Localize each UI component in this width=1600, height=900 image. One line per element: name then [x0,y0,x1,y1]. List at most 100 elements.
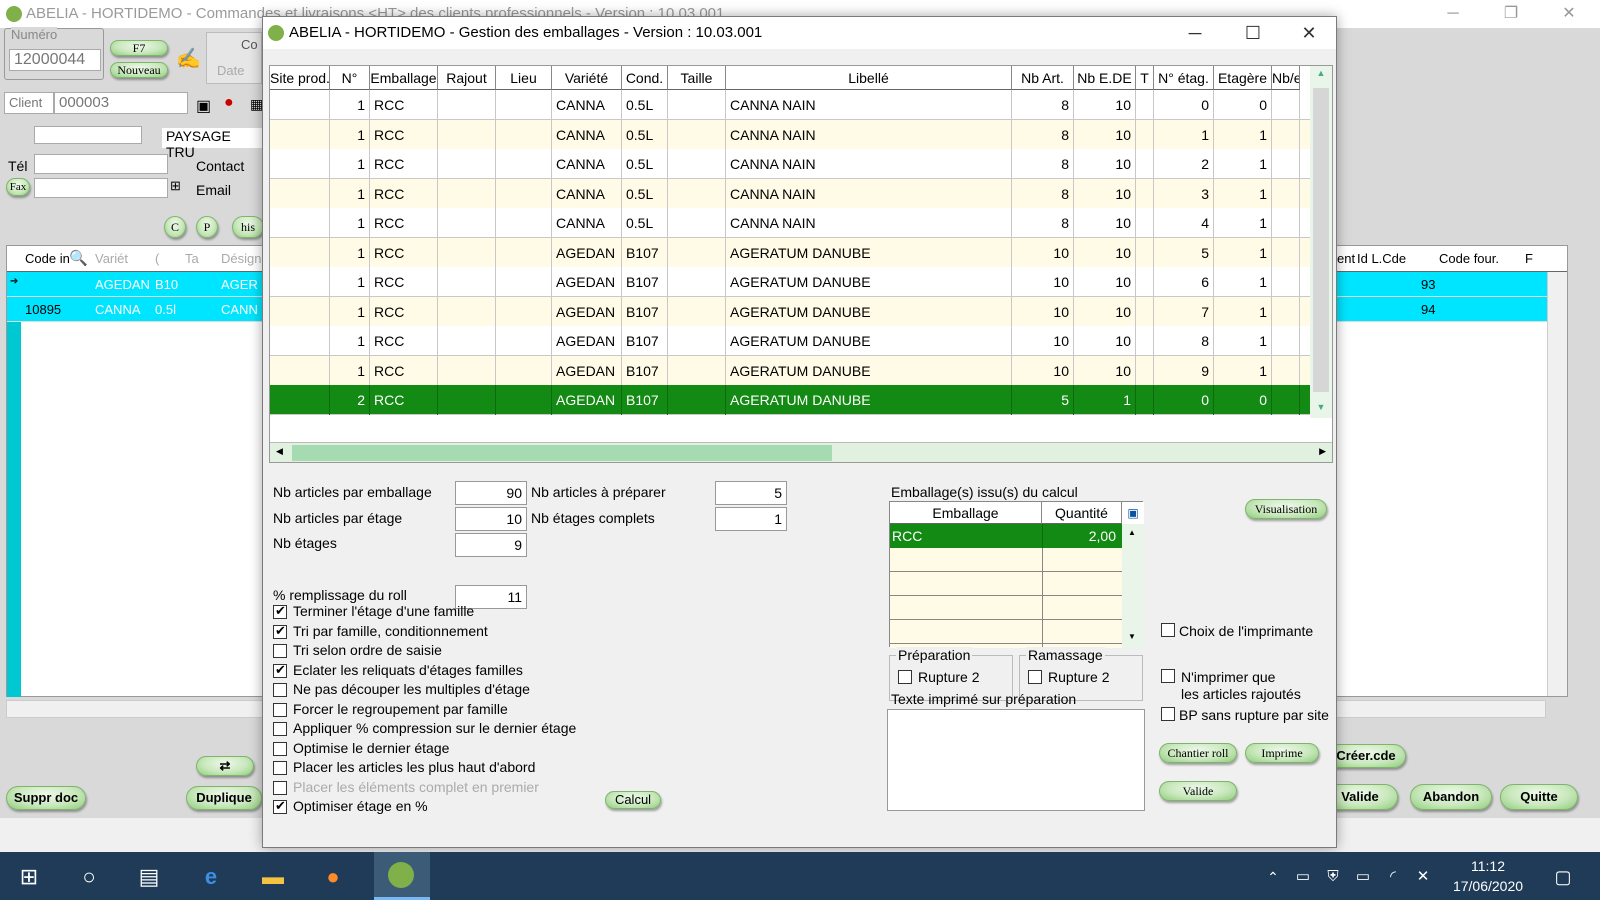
scroll-down-icon[interactable]: ▼ [1128,632,1136,641]
option-checkbox[interactable] [273,761,287,775]
client-search-icon[interactable]: ▣ [196,96,211,116]
option-checkbox[interactable] [273,623,287,639]
c-button[interactable]: C [164,216,186,238]
security-icon[interactable]: ⛨ [1318,862,1348,892]
wifi-icon[interactable]: ◜ [1378,862,1408,892]
column-header[interactable]: T [1136,66,1154,90]
quitte-button[interactable]: Quitte [1500,784,1578,810]
option-checkbox[interactable] [273,702,287,717]
bp-sans-rupture-checkbox[interactable] [1161,707,1175,721]
column-header[interactable]: Taille [668,66,726,90]
bg-restore-button[interactable]: ❐ [1482,0,1540,28]
alert-icon[interactable]: ● [224,94,234,112]
nb-etages-complets-field[interactable]: 1 [715,507,787,531]
column-header[interactable]: N° étag. [1154,66,1214,90]
preparation-rupture2-checkbox[interactable] [898,670,912,684]
dialog-maximize-button[interactable]: ☐ [1224,17,1282,49]
scroll-up-icon[interactable]: ▲ [1128,528,1136,537]
abelia-taskbar-button[interactable] [374,852,430,900]
column-header[interactable]: Cond. [622,66,668,90]
fax-field[interactable] [34,178,168,198]
historique-button[interactable]: his [232,216,264,238]
volume-muted-icon[interactable]: ✕ [1408,862,1438,892]
column-header[interactable]: Rajout [438,66,496,90]
column-header[interactable]: Libellé [726,66,1012,90]
column-header[interactable]: Lieu [496,66,552,90]
bg-close-button[interactable]: ✕ [1540,0,1598,28]
chantier-roll-button[interactable]: Chantier roll [1159,743,1237,763]
nb-articles-preparer-field[interactable]: 5 [715,481,787,505]
windows-start-icon[interactable]: ⊞ [14,862,44,892]
signature-icon[interactable]: ✍ [176,46,201,71]
horizontal-scroll-thumb[interactable] [292,445,832,461]
option-checkbox[interactable] [273,722,287,736]
table-row[interactable]: 1 RCC CANNA 0.5L CANNA NAIN 8 10 3 1 [270,178,1310,209]
table-row[interactable]: 1 RCC CANNA 0.5L CANNA NAIN 8 10 0 0 [270,90,1310,120]
chevron-up-icon[interactable]: ⌃ [1258,862,1288,892]
option-checkbox[interactable] [273,662,287,678]
table-row[interactable]: 1 RCC CANNA 0.5L CANNA NAIN 8 10 4 1 [270,208,1310,238]
nb-articles-emballage-field[interactable]: 90 [455,481,527,505]
grid-vertical-scrollbar[interactable]: ▲ ▼ [1310,66,1332,418]
option-checkbox[interactable] [273,683,287,697]
column-header[interactable]: Nb/e [1272,66,1300,90]
scroll-right-icon[interactable]: ▶ [1319,446,1326,457]
fax-expand-icon[interactable]: ⊞ [170,178,181,194]
nb-etages-field[interactable]: 9 [455,533,527,557]
dialog-close-button[interactable]: ✕ [1280,17,1338,49]
file-explorer-icon[interactable]: ▬ [258,862,288,892]
fax-button[interactable]: Fax [6,178,30,196]
option-checkbox[interactable] [273,798,287,814]
table-row[interactable]: 1 RCC AGEDAN B107 AGERATUM DANUBE 10 10 6 1 [270,267,1310,297]
column-header[interactable]: Etagère [1214,66,1272,90]
search-icon[interactable]: ○ [74,862,104,892]
texte-imprime-textarea[interactable] [887,709,1145,811]
p-button[interactable]: P [196,216,218,238]
task-view-icon[interactable]: ▤ [134,862,164,892]
table-row[interactable]: 1 RCC AGEDAN B107 AGERATUM DANUBE 10 10 8 1 [270,326,1310,356]
option-checkbox[interactable] [273,644,287,658]
table-row[interactable]: 1 RCC AGEDAN B107 AGERATUM DANUBE 10 10 7 1 [270,296,1310,327]
battery-icon[interactable]: ▭ [1348,862,1378,892]
option-checkbox[interactable] [273,741,287,756]
nimprimer-rajoutes-checkbox[interactable] [1161,669,1175,683]
duplique-button[interactable]: Duplique [186,786,262,810]
table-row[interactable]: 1 RCC CANNA 0.5L CANNA NAIN 8 10 1 1 [270,119,1310,150]
calcul-button[interactable]: Calcul [605,791,661,809]
scroll-up-icon[interactable]: ▲ [1310,68,1332,78]
bg-table-vscroll[interactable] [1547,272,1567,696]
bg-minimize-button[interactable]: ─ [1424,0,1482,28]
suppr-doc-button[interactable]: Suppr doc [6,786,86,810]
list-item[interactable]: RCC 2,00 [890,524,1122,548]
visualisation-button[interactable]: Visualisation [1245,499,1327,519]
abandon-button[interactable]: Abandon [1410,784,1492,810]
option-checkbox[interactable] [273,603,287,619]
scroll-left-icon[interactable]: ◀ [276,446,283,457]
table-settings-icon[interactable]: ▣ [1122,502,1144,524]
column-header[interactable]: N° [330,66,370,90]
bg-code-search-icon[interactable]: 🔍 [69,249,88,267]
vertical-scroll-thumb[interactable] [1313,88,1329,392]
choix-imprimante-checkbox[interactable] [1161,623,1175,637]
clock-date[interactable]: 17/06/2020 [1440,878,1536,894]
column-header[interactable]: Nb Art. [1012,66,1074,90]
notifications-icon[interactable]: ▢ [1548,862,1578,892]
client-extra-field[interactable] [34,126,142,144]
grid-horizontal-scrollbar[interactable]: ◀ ▶ [270,442,1332,462]
ramassage-rupture2-checkbox[interactable] [1028,670,1042,684]
column-header[interactable]: Site prod. [270,66,330,90]
table-row[interactable]: 1 RCC AGEDAN B107 AGERATUM DANUBE 10 10 5 1 [270,237,1310,268]
creer-cde-button[interactable]: Créer.cde [1326,744,1406,768]
table-row[interactable]: 1 RCC CANNA 0.5L CANNA NAIN 8 10 2 1 [270,149,1310,179]
table-row[interactable]: 1 RCC AGEDAN B107 AGERATUM DANUBE 10 10 9 1 [270,355,1310,386]
table-row[interactable]: 2 RCC AGEDAN B107 AGERATUM DANUBE 5 1 0 0 [270,385,1310,415]
scroll-down-icon[interactable]: ▼ [1310,402,1332,412]
column-header[interactable]: Variété [552,66,622,90]
tel-field[interactable] [34,154,168,174]
firefox-icon[interactable]: ● [318,862,348,892]
client-field[interactable]: 000003 [54,92,188,114]
option-checkbox[interactable] [273,780,287,795]
imprime-button[interactable]: Imprime [1245,743,1319,763]
dialog-minimize-button[interactable]: ─ [1166,17,1224,49]
nouveau-button[interactable]: Nouveau [110,62,168,78]
